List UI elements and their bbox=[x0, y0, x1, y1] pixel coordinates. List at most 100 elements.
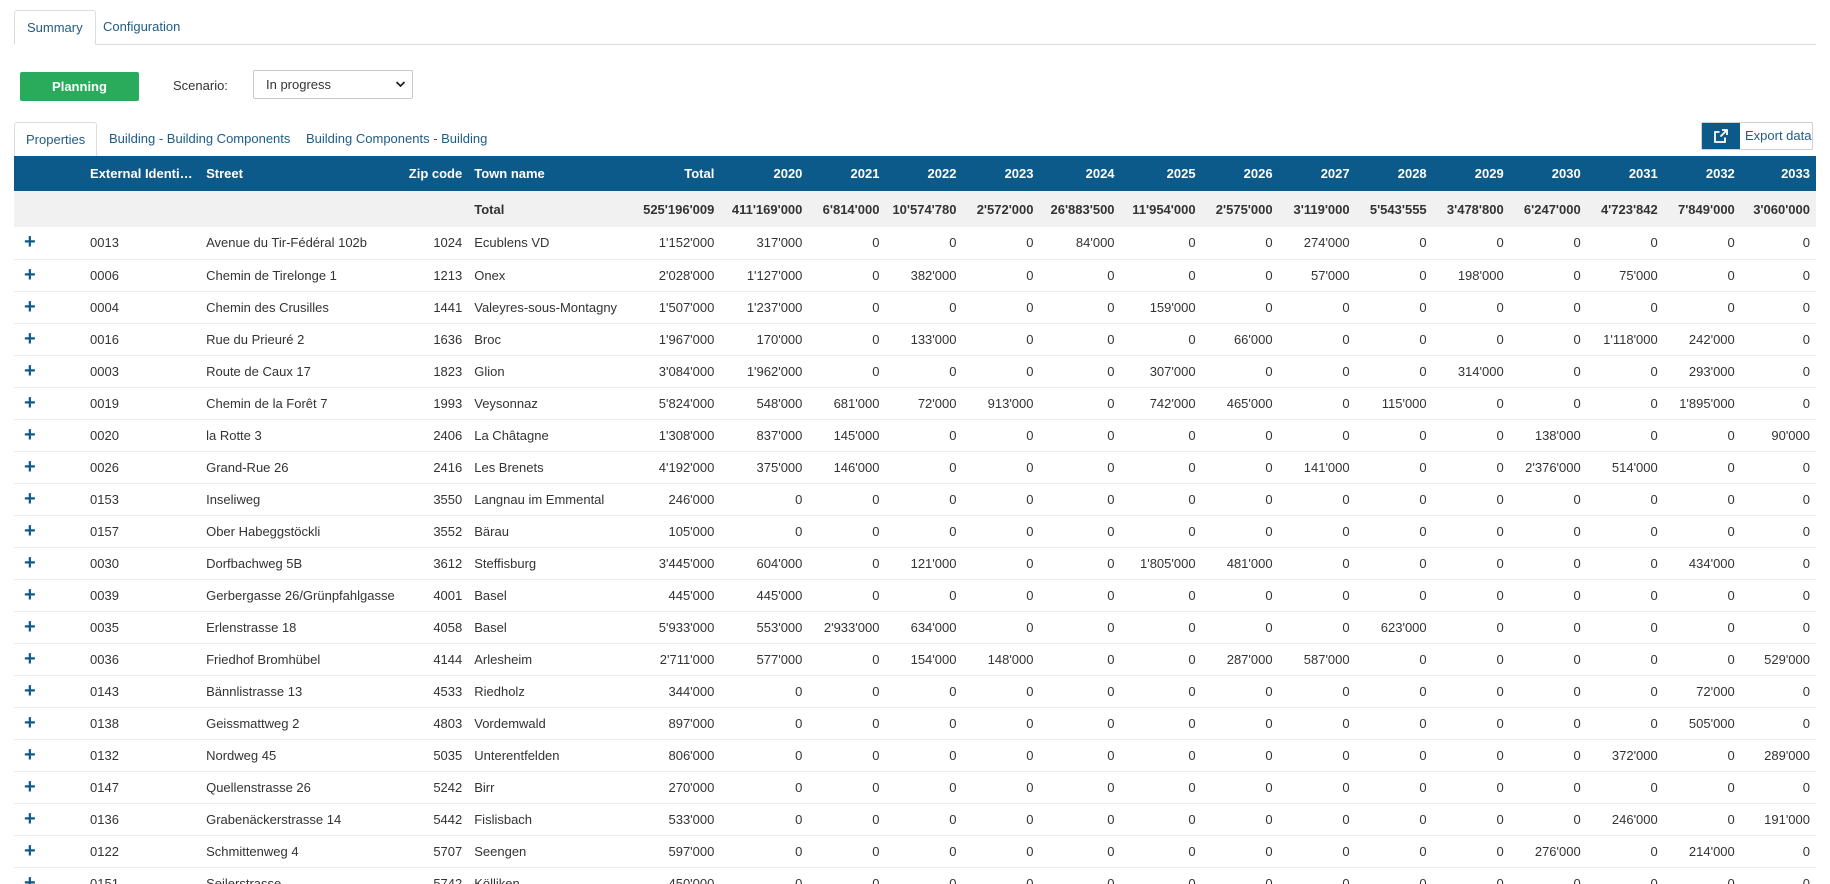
column-header[interactable]: 2026 bbox=[1202, 156, 1279, 191]
table-cell: 0006 bbox=[90, 267, 119, 283]
table-cell: 0 bbox=[1188, 779, 1196, 795]
table-cell: 0 bbox=[1265, 299, 1273, 315]
expand-row-icon[interactable]: + bbox=[14, 611, 84, 643]
table-cell: 0 bbox=[1265, 715, 1273, 731]
table-cell: 0 bbox=[949, 811, 957, 827]
table-cell: 0 bbox=[1650, 491, 1658, 507]
column-header[interactable]: 2033 bbox=[1741, 156, 1816, 191]
column-header[interactable]: 2025 bbox=[1121, 156, 1202, 191]
table-cell: 0 bbox=[1802, 235, 1810, 251]
tab-building-components[interactable]: Building - Building Components bbox=[98, 122, 301, 156]
table-cell: 0 bbox=[1802, 779, 1810, 795]
table-cell: 0 bbox=[1342, 395, 1350, 411]
expand-row-icon[interactable]: + bbox=[14, 675, 84, 707]
column-header[interactable]: 2023 bbox=[962, 156, 1039, 191]
expand-row-icon[interactable]: + bbox=[14, 387, 84, 419]
table-cell: 2'028'000 bbox=[658, 267, 715, 283]
table-cell: Quellenstrasse 26 bbox=[206, 779, 311, 795]
table-cell: 0 bbox=[1342, 587, 1350, 603]
table-cell: 0 bbox=[1802, 267, 1810, 283]
column-header[interactable]: Total bbox=[628, 156, 720, 191]
column-header[interactable]: 2024 bbox=[1040, 156, 1121, 191]
column-header[interactable]: 2022 bbox=[885, 156, 962, 191]
table-row: +0157 Ober Habeggstöckli 3552 Bärau 105'000 0… bbox=[14, 515, 1816, 547]
table-cell: 529'000 bbox=[1764, 651, 1810, 667]
expand-row-icon[interactable]: + bbox=[14, 707, 84, 739]
expand-row-icon[interactable]: + bbox=[14, 547, 84, 579]
table-cell: Steffisburg bbox=[474, 555, 537, 571]
column-header[interactable]: Town name bbox=[468, 156, 628, 191]
table-cell: 0 bbox=[1496, 683, 1504, 699]
table-row: +0019 Chemin de la Forêt 7 1993 Veysonnaz 5'… bbox=[14, 387, 1816, 419]
expand-row-icon[interactable]: + bbox=[14, 579, 84, 611]
table-cell: 0 bbox=[1107, 683, 1115, 699]
column-header[interactable]: 2031 bbox=[1587, 156, 1664, 191]
table-cell: 0 bbox=[1107, 619, 1115, 635]
table-cell: 0 bbox=[1419, 587, 1427, 603]
expand-row-icon[interactable]: + bbox=[14, 771, 84, 803]
table-row: +0030 Dorfbachweg 5B 3612 Steffisburg 3'445'… bbox=[14, 547, 1816, 579]
column-header[interactable]: 2032 bbox=[1664, 156, 1741, 191]
tab-properties[interactable]: Properties bbox=[14, 122, 98, 157]
table-cell: 0 bbox=[1265, 267, 1273, 283]
expand-row-icon[interactable]: + bbox=[14, 835, 84, 867]
table-row: +0036 Friedhof Bromhübel 4144 Arlesheim 2'71… bbox=[14, 643, 1816, 675]
expand-row-icon[interactable]: + bbox=[14, 323, 84, 355]
table-cell: 0 bbox=[1026, 491, 1034, 507]
column-header[interactable]: 2021 bbox=[808, 156, 885, 191]
column-header[interactable]: 2030 bbox=[1510, 156, 1587, 191]
expand-row-icon[interactable]: + bbox=[14, 355, 84, 387]
table-cell: 372'000 bbox=[1611, 747, 1658, 763]
table-cell: 0 bbox=[1650, 235, 1658, 251]
table-cell: 0 bbox=[1496, 491, 1504, 507]
table-cell: 4'192'000 bbox=[658, 459, 715, 475]
tab-components-building[interactable]: Building Components - Building bbox=[295, 122, 498, 156]
table-cell: 75'000 bbox=[1619, 267, 1658, 283]
column-header[interactable]: Zip code bbox=[402, 156, 468, 191]
column-header[interactable]: 2029 bbox=[1433, 156, 1510, 191]
column-header[interactable]: 2028 bbox=[1356, 156, 1433, 191]
export-data-button[interactable]: Export data bbox=[1701, 122, 1813, 150]
column-header[interactable]: External Identifier bbox=[84, 156, 200, 191]
table-cell: 0 bbox=[872, 651, 880, 667]
table-cell: 837'000 bbox=[756, 427, 803, 443]
tab-configuration[interactable]: Configuration bbox=[91, 10, 192, 44]
scenario-select[interactable]: In progress bbox=[253, 70, 413, 99]
tab-summary[interactable]: Summary bbox=[14, 10, 96, 45]
table-cell: 0 bbox=[1026, 747, 1034, 763]
table-cell: 0136 bbox=[90, 811, 119, 827]
expand-row-icon[interactable]: + bbox=[14, 227, 84, 259]
table-cell: 0 bbox=[949, 779, 957, 795]
table-cell: 133'000 bbox=[910, 331, 957, 347]
expand-row-icon[interactable]: + bbox=[14, 291, 84, 323]
expand-row-icon[interactable]: + bbox=[14, 259, 84, 291]
table-cell: 0 bbox=[1802, 523, 1810, 539]
table-cell: Geissmattweg 2 bbox=[206, 715, 300, 731]
table-cell: 242'000 bbox=[1688, 331, 1735, 347]
column-header[interactable]: Street bbox=[200, 156, 402, 191]
column-header[interactable]: 2027 bbox=[1279, 156, 1356, 191]
expand-row-icon[interactable]: + bbox=[14, 483, 84, 515]
table-cell: 0 bbox=[1419, 779, 1427, 795]
table-cell: 0 bbox=[949, 459, 957, 475]
expand-row-icon[interactable]: + bbox=[14, 739, 84, 771]
table-cell: 0 bbox=[1107, 555, 1115, 571]
table-cell: 0016 bbox=[90, 331, 119, 347]
expand-row-icon[interactable]: + bbox=[14, 643, 84, 675]
column-header[interactable]: 2020 bbox=[720, 156, 808, 191]
expand-row-icon[interactable]: + bbox=[14, 419, 84, 451]
expand-row-icon[interactable]: + bbox=[14, 515, 84, 547]
table-cell: 0036 bbox=[90, 651, 119, 667]
table-cell: 5'824'000 bbox=[658, 395, 715, 411]
table-cell: 450'000 bbox=[668, 875, 715, 884]
table-cell: 0 bbox=[1573, 267, 1581, 283]
planning-button[interactable]: Planning bbox=[20, 72, 139, 101]
table-cell: 2416 bbox=[433, 459, 463, 475]
table-cell: Glion bbox=[474, 363, 505, 379]
table-cell: 0122 bbox=[90, 843, 119, 859]
expand-row-icon[interactable]: + bbox=[14, 803, 84, 835]
table-cell: 0 bbox=[1107, 843, 1115, 859]
table-cell: 0 bbox=[1496, 619, 1504, 635]
expand-row-icon[interactable]: + bbox=[14, 451, 84, 483]
expand-row-icon[interactable]: + bbox=[14, 867, 84, 884]
